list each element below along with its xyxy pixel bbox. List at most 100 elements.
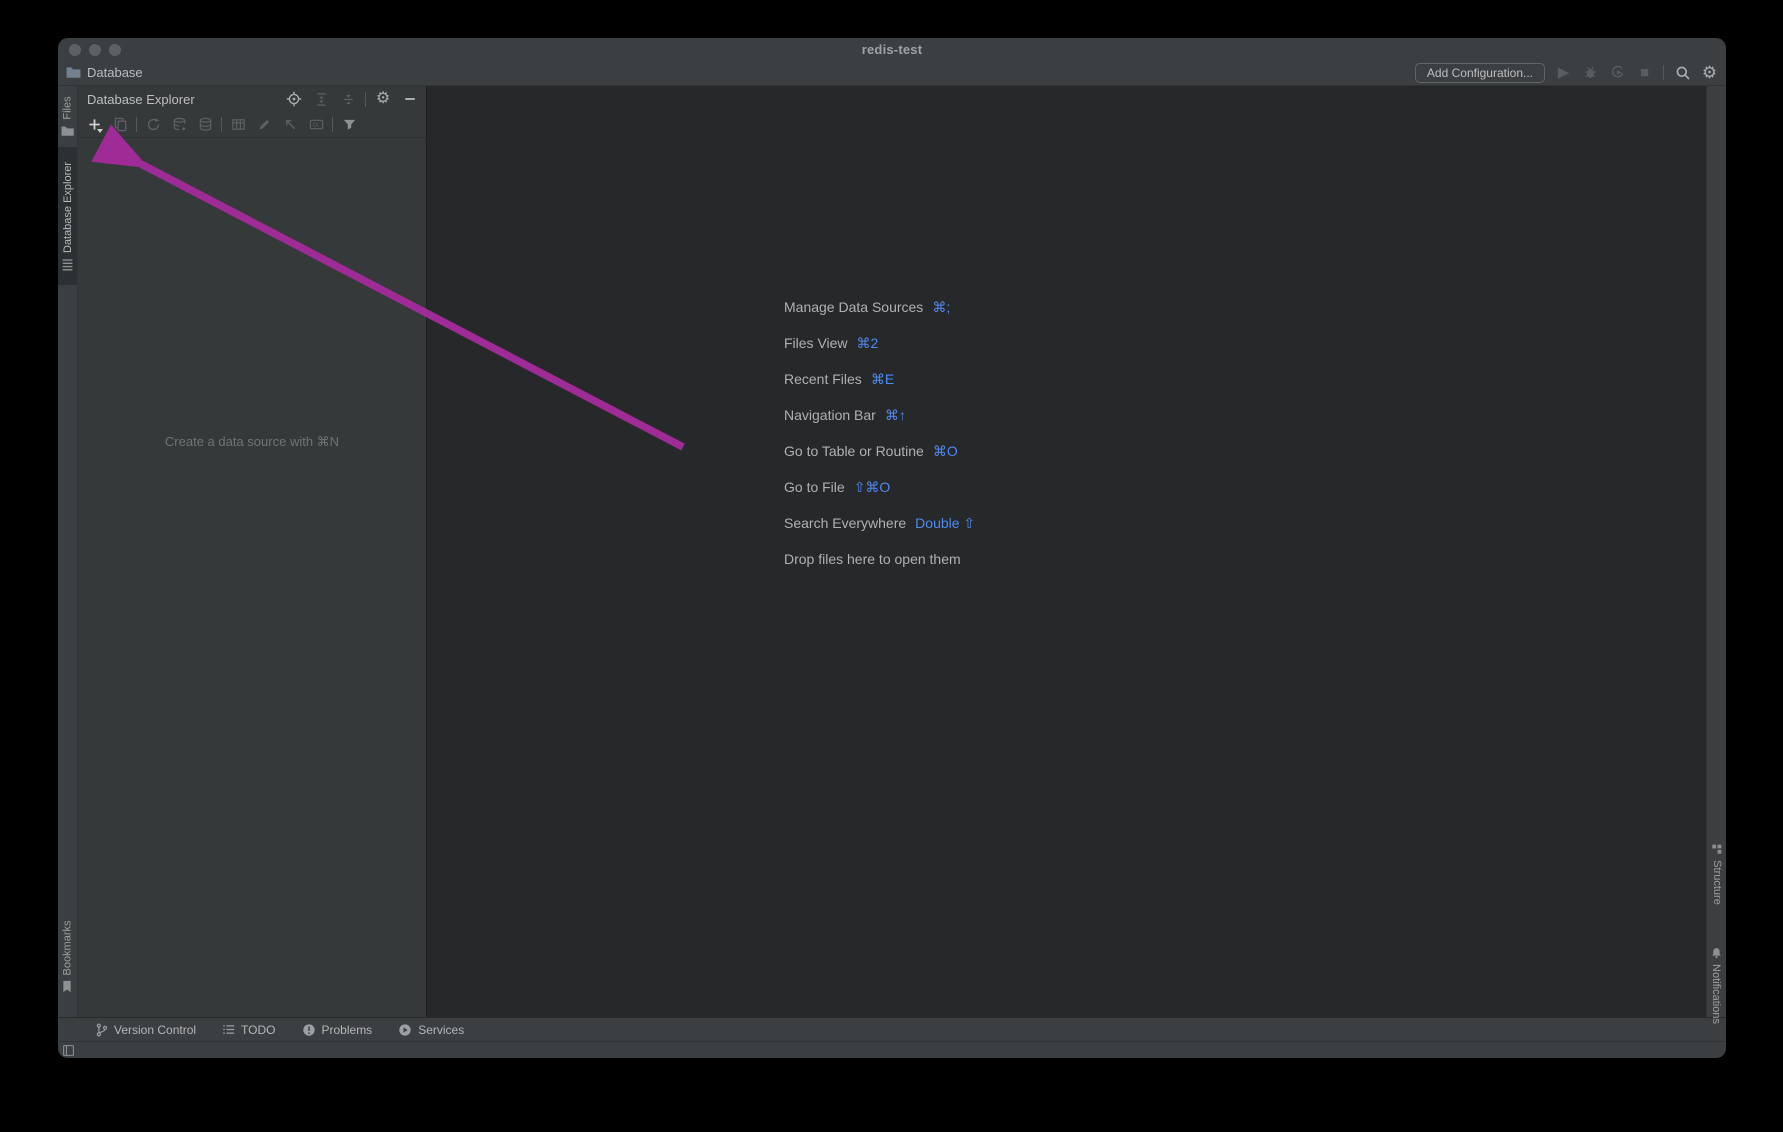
panel-body: Create a data source with ⌘N [78, 138, 426, 1017]
shortcut-label: Search Everywhere [784, 515, 906, 531]
shortcut-label: Files View [784, 335, 848, 351]
window-title: redis-test [862, 42, 923, 57]
svg-text:QL: QL [312, 123, 319, 129]
new-data-source-icon[interactable] [84, 115, 104, 135]
shortcut-keys: ⌘2 [857, 335, 879, 352]
shortcut-label: Go to Table or Routine [784, 443, 924, 459]
structure-icon [1711, 843, 1723, 855]
toolwindow-todo[interactable]: TODO [222, 1023, 275, 1037]
sidebar-item-structure[interactable]: Structure [1707, 829, 1726, 919]
sidebar-item-label: Bookmarks [62, 920, 74, 975]
folder-icon [61, 125, 74, 137]
traffic-lights [69, 44, 121, 56]
collapse-all-icon[interactable] [338, 89, 358, 109]
panel-header: Database Explorer [78, 86, 426, 112]
shortcut-row: Recent Files ⌘E [784, 361, 975, 397]
sidebar-item-label: Database Explorer [62, 161, 74, 252]
duplicate-icon[interactable] [110, 115, 130, 135]
shortcut-row: Go to File ⇧⌘O [784, 469, 975, 505]
toolwindow-label: Version Control [114, 1023, 196, 1037]
database-explorer-panel: Database Explorer [78, 86, 426, 1017]
sidebar-item-notifications[interactable]: Notifications [1707, 955, 1726, 1015]
sidebar-item-files[interactable]: Files [58, 86, 77, 148]
settings-icon[interactable]: ⚙ [1701, 64, 1718, 81]
git-branch-icon [95, 1023, 108, 1037]
debug-icon[interactable] [1582, 64, 1599, 81]
toolwindow-label: TODO [241, 1023, 275, 1037]
panel-toolbar: QL [78, 112, 426, 138]
shortcut-keys: ⌘↑ [885, 407, 906, 424]
shortcut-row: Navigation Bar ⌘↑ [784, 397, 975, 433]
detach-data-source-icon[interactable] [195, 115, 215, 135]
shortcut-row: Search Everywhere Double ⇧ [784, 505, 975, 541]
hide-panel-icon[interactable] [400, 89, 420, 109]
minimize-window-button[interactable] [89, 44, 101, 56]
query-console-icon[interactable]: QL [306, 115, 326, 135]
run-icon[interactable]: ▶ [1555, 64, 1572, 81]
folder-icon [66, 66, 81, 79]
tool-window-layout-icon[interactable] [62, 1044, 75, 1057]
stop-icon[interactable]: ■ [1636, 64, 1653, 81]
shortcut-list: Manage Data Sources ⌘; Files View ⌘2 Rec… [784, 289, 975, 577]
view-data-icon[interactable] [228, 115, 248, 135]
shortcut-row: Go to Table or Routine ⌘O [784, 433, 975, 469]
edit-icon[interactable] [254, 115, 274, 135]
refresh-icon[interactable] [143, 115, 163, 135]
toolbar-separator [221, 117, 222, 132]
shortcut-label: Recent Files [784, 371, 862, 387]
shortcut-keys: ⇧⌘O [854, 479, 891, 496]
toolwindow-problems[interactable]: Problems [302, 1023, 373, 1037]
editor-area: Manage Data Sources ⌘; Files View ⌘2 Rec… [426, 86, 1706, 1017]
shortcut-row: Drop files here to open them [784, 541, 975, 577]
right-tool-strip: Structure Notifications [1706, 86, 1726, 1017]
search-icon[interactable] [1674, 64, 1691, 81]
shortcut-label: Manage Data Sources [784, 299, 923, 315]
shortcut-keys: Double ⇧ [915, 515, 975, 532]
services-icon [398, 1023, 412, 1037]
shortcut-keys: ⌘O [933, 443, 958, 460]
shortcut-label: Navigation Bar [784, 407, 876, 423]
shortcut-keys: ⌘; [932, 299, 950, 316]
sidebar-item-label: Structure [1711, 860, 1723, 905]
bell-icon [1711, 946, 1723, 959]
toolbar-separator [332, 117, 333, 132]
toolwindow-label: Problems [322, 1023, 373, 1037]
title-bar: redis-test [58, 38, 1726, 60]
content-area: Files Database Explorer Bookmarks [58, 86, 1726, 1017]
problems-icon [302, 1023, 316, 1037]
panel-title: Database Explorer [87, 92, 195, 107]
navigation-bar: Database Add Configuration... ▶ ■ [58, 60, 1726, 86]
add-configuration-button[interactable]: Add Configuration... [1415, 63, 1545, 83]
shortcut-keys: ⌘E [871, 371, 894, 388]
data-source-properties-icon[interactable] [169, 115, 189, 135]
tool-window-bar: Version Control TODO Problems Services [58, 1017, 1726, 1041]
left-tool-strip: Files Database Explorer Bookmarks [58, 86, 78, 1017]
zoom-window-button[interactable] [109, 44, 121, 56]
filter-icon[interactable] [339, 115, 359, 135]
expand-all-icon[interactable] [311, 89, 331, 109]
status-bar [58, 1041, 1726, 1058]
ide-window: redis-test Database Add Configuration...… [58, 38, 1726, 1058]
sidebar-item-label: Files [62, 96, 74, 119]
empty-panel-hint: Create a data source with ⌘N [78, 434, 426, 450]
database-icon [61, 258, 74, 271]
close-window-button[interactable] [69, 44, 81, 56]
run-with-coverage-icon[interactable] [1609, 64, 1626, 81]
dropdown-caret-icon [97, 129, 103, 133]
shortcut-label: Drop files here to open them [784, 551, 961, 567]
todo-list-icon [222, 1023, 235, 1036]
jump-to-console-icon[interactable] [280, 115, 300, 135]
locate-object-icon[interactable] [284, 89, 304, 109]
toolwindow-services[interactable]: Services [398, 1023, 464, 1037]
sidebar-item-bookmarks[interactable]: Bookmarks [58, 917, 77, 995]
sidebar-item-database-explorer[interactable]: Database Explorer [58, 147, 77, 285]
panel-options-gear-icon[interactable]: ⚙ [373, 89, 393, 109]
bookmark-icon [62, 980, 74, 993]
sidebar-item-label: Notifications [1711, 964, 1723, 1024]
toolbar-separator [136, 117, 137, 132]
toolwindow-version-control[interactable]: Version Control [95, 1023, 196, 1037]
breadcrumb[interactable]: Database [66, 65, 143, 80]
shortcut-label: Go to File [784, 479, 845, 495]
toolbar-separator [1663, 65, 1664, 80]
toolwindow-label: Services [418, 1023, 464, 1037]
